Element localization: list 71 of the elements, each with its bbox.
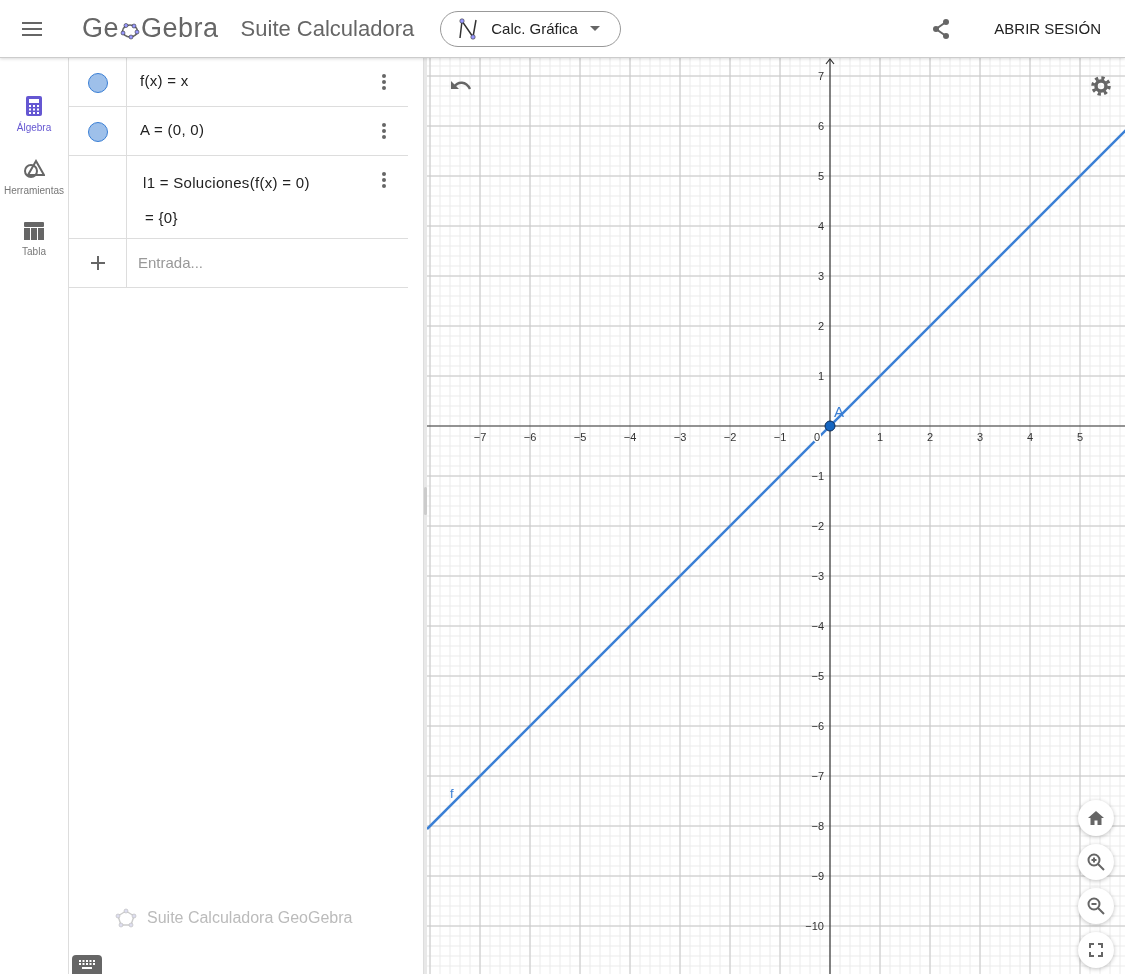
- x-tick-label: −1: [773, 431, 787, 443]
- algebra-input[interactable]: l1 = Soluciones(f(x) = 0): [143, 174, 382, 191]
- y-tick-label: −3: [811, 570, 824, 582]
- y-tick-label: 4: [817, 220, 824, 232]
- y-tick-label: −7: [811, 770, 824, 782]
- logo-text: Ge: [82, 13, 120, 44]
- sign-in-button[interactable]: ABRIR SESIÓN: [994, 20, 1101, 37]
- sidebar-item[interactable]: Tabla: [0, 222, 68, 257]
- fullscreen-icon: [1089, 943, 1103, 957]
- footer-text: Suite Calculadora GeoGebra: [147, 909, 353, 927]
- home-button[interactable]: [1078, 800, 1114, 836]
- algebra-input[interactable]: A = (0, 0): [140, 121, 382, 138]
- y-tick-label: −9: [811, 870, 824, 882]
- function-label: f: [450, 786, 454, 801]
- x-tick-label: −7: [473, 431, 487, 443]
- x-tick-label: −5: [573, 431, 587, 443]
- y-tick-label: −2: [811, 520, 824, 532]
- x-tick-label: −2: [723, 431, 737, 443]
- y-tick-label: 3: [817, 270, 824, 282]
- algebra-input[interactable]: f(x) = x: [140, 72, 382, 89]
- y-tick-label: 1: [817, 370, 824, 382]
- graph-curve-icon: [457, 16, 480, 41]
- algebra-output: = {0}: [144, 209, 179, 226]
- share-icon[interactable]: [932, 18, 951, 39]
- x-tick-label: −3: [673, 431, 687, 443]
- y-tick-label: 2: [817, 320, 824, 332]
- y-tick-label: 5: [817, 170, 824, 182]
- keyboard-button[interactable]: [72, 955, 102, 974]
- keyboard-icon: [77, 958, 97, 971]
- panel-resize-handle[interactable]: [423, 58, 427, 974]
- y-tick-label: −6: [811, 720, 824, 732]
- y-tick-label: −1: [811, 470, 824, 482]
- plus-icon[interactable]: [90, 256, 105, 270]
- app-switcher-dropdown[interactable]: Calc. Gráfica: [440, 10, 621, 47]
- x-tick-label: 4: [1026, 431, 1034, 443]
- zoom-in-button[interactable]: [1078, 844, 1114, 880]
- x-tick-label: −6: [523, 431, 537, 443]
- sidebar-item[interactable]: Álgebra: [0, 96, 68, 133]
- more-options-icon[interactable]: [382, 74, 386, 90]
- x-tick-label: −4: [623, 431, 637, 443]
- table-icon: [24, 222, 44, 240]
- more-options-icon[interactable]: [382, 172, 386, 188]
- x-tick-label: 2: [926, 431, 934, 443]
- x-tick-label: 5: [1076, 431, 1084, 443]
- caret-icon: [589, 26, 600, 31]
- more-options-icon[interactable]: [382, 123, 386, 139]
- pentagon-logo-icon: [120, 20, 141, 40]
- menu-icon[interactable]: [22, 21, 42, 36]
- y-tick-label: −4: [811, 620, 824, 632]
- sidebar-item[interactable]: Herramientas: [0, 159, 68, 196]
- settings-icon[interactable]: [1091, 76, 1111, 96]
- x-tick-label: 3: [976, 431, 984, 443]
- y-tick-label: −8: [811, 820, 824, 832]
- shapes-icon: [23, 159, 45, 179]
- zoom-out-icon: [1087, 897, 1105, 915]
- x-tick-label: 1: [876, 431, 884, 443]
- calculator-icon: [26, 96, 42, 116]
- app-title: Suite Calculadora: [240, 15, 415, 42]
- pentagon-logo-icon: [115, 908, 137, 928]
- y-tick-label: −5: [811, 670, 824, 682]
- y-tick-label: −10: [805, 920, 824, 932]
- visibility-toggle[interactable]: [87, 122, 108, 142]
- point-marker[interactable]: [824, 420, 836, 432]
- zoom-in-icon: [1087, 853, 1105, 871]
- y-tick-label: 7: [817, 70, 824, 82]
- home-icon: [1088, 811, 1104, 825]
- visibility-toggle[interactable]: [87, 73, 108, 93]
- fullscreen-button[interactable]: [1078, 932, 1114, 968]
- y-tick-label: 6: [817, 120, 824, 132]
- zoom-out-button[interactable]: [1078, 888, 1114, 924]
- logo-text: Gebra: [141, 13, 219, 44]
